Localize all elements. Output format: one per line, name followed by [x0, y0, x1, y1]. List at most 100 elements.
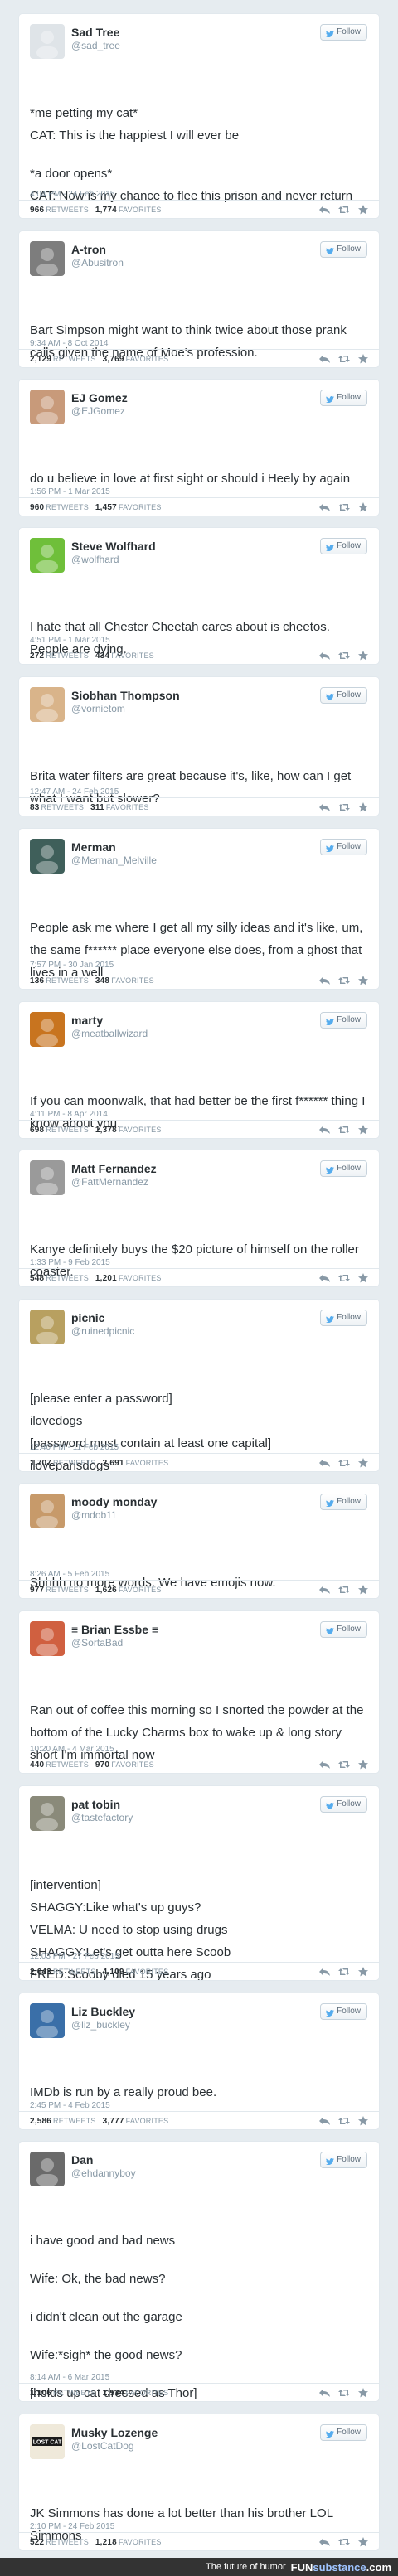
favorite-count[interactable]: 434 [95, 651, 109, 661]
user-handle[interactable]: @mdob11 [71, 1509, 157, 1522]
favorite-count[interactable]: 311 [90, 803, 104, 812]
user-handle[interactable]: @ehdannyboy [71, 2167, 136, 2180]
retweet-icon[interactable] [338, 354, 350, 364]
reply-icon[interactable] [319, 1125, 331, 1135]
favorite-count[interactable]: 1,774 [95, 206, 117, 215]
retweet-icon[interactable] [338, 802, 350, 812]
retweet-icon[interactable] [338, 1458, 350, 1468]
follow-button[interactable]: Follow [320, 2003, 367, 2020]
retweet-count[interactable]: 698 [30, 1126, 44, 1135]
display-name[interactable]: A-tron [71, 243, 124, 257]
favorite-icon[interactable] [357, 1273, 369, 1283]
reply-icon[interactable] [319, 2537, 331, 2547]
follow-button[interactable]: Follow [320, 1012, 367, 1029]
retweet-icon[interactable] [338, 976, 350, 985]
reply-icon[interactable] [319, 2116, 331, 2126]
reply-icon[interactable] [319, 2388, 331, 2398]
tweet-card[interactable]: EJ Gomez @EJGomez Follow do u believe in lo… [18, 379, 380, 516]
retweet-count[interactable]: 966 [30, 206, 44, 215]
avatar[interactable] [30, 1621, 65, 1656]
retweet-count[interactable]: 272 [30, 651, 44, 661]
tweet-author[interactable]: Steve Wolfhard @wolfhard [71, 540, 156, 566]
avatar[interactable] [30, 839, 65, 874]
display-name[interactable]: moody monday [71, 1495, 157, 1509]
user-handle[interactable]: @sad_tree [71, 40, 120, 52]
avatar[interactable]: LOST CAT [30, 2424, 65, 2459]
tweet-author[interactable]: Merman @Merman_Melville [71, 840, 157, 867]
retweet-icon[interactable] [338, 1760, 350, 1770]
tweet-timestamp[interactable]: 10:20 AM - 4 Mar 2015 [30, 1745, 114, 1754]
follow-button[interactable]: Follow [320, 390, 367, 406]
reply-icon[interactable] [319, 1760, 331, 1770]
avatar[interactable] [30, 2003, 65, 2038]
avatar[interactable] [30, 24, 65, 59]
tweet-timestamp[interactable]: 4:11 PM - 8 Apr 2014 [30, 1110, 108, 1119]
follow-button[interactable]: Follow [320, 1160, 367, 1177]
reply-icon[interactable] [319, 802, 331, 812]
favorite-icon[interactable] [357, 976, 369, 985]
favorite-icon[interactable] [357, 2388, 369, 2398]
reply-icon[interactable] [319, 1458, 331, 1468]
tweet-card[interactable]: Merman @Merman_Melville Follow People ask m… [18, 828, 380, 990]
tweet-timestamp[interactable]: 9:34 AM - 8 Oct 2014 [30, 339, 109, 348]
user-handle[interactable]: @tastefactory [71, 1812, 133, 1824]
retweet-icon[interactable] [338, 1585, 350, 1595]
favorite-icon[interactable] [357, 205, 369, 215]
tweet-timestamp[interactable]: 1:33 PM - 9 Feb 2015 [30, 1258, 110, 1267]
user-handle[interactable]: @vornietom [71, 703, 180, 715]
follow-button[interactable]: Follow [320, 839, 367, 855]
tweet-timestamp[interactable]: 2:45 PM - 4 Feb 2015 [30, 2101, 110, 2110]
tweet-card[interactable]: Steve Wolfhard @wolfhard Follow I hate that… [18, 527, 380, 665]
tweet-author[interactable]: ≡ Brian Essbe ≡ @SortaBad [71, 1623, 158, 1649]
favorite-icon[interactable] [357, 1585, 369, 1595]
tweet-card[interactable]: A-tron @Abusitron Follow Bart Simpson might… [18, 230, 380, 368]
user-handle[interactable]: @Abusitron [71, 257, 124, 269]
tweet-author[interactable]: Musky Lozenge @LostCatDog [71, 2426, 158, 2453]
retweet-count[interactable]: 2,043 [30, 1968, 51, 1977]
display-name[interactable]: Siobhan Thompson [71, 689, 180, 703]
favorite-count[interactable]: 348 [95, 976, 109, 985]
tweet-timestamp[interactable]: 12:40 PM - 11 Feb 2015 [30, 1443, 119, 1452]
tweet-timestamp[interactable]: 2:10 PM - 24 Feb 2015 [30, 2522, 114, 2531]
tweet-card[interactable]: ≡ Brian Essbe ≡ @SortaBad Follow Ran out of… [18, 1610, 380, 1774]
favorite-icon[interactable] [357, 1125, 369, 1135]
retweet-icon[interactable] [338, 1125, 350, 1135]
retweet-count[interactable]: 548 [30, 1274, 44, 1283]
display-name[interactable]: Merman [71, 840, 157, 855]
avatar[interactable] [30, 1160, 65, 1195]
favorite-icon[interactable] [357, 1760, 369, 1770]
tweet-timestamp[interactable]: 12:47 AM - 24 Feb 2015 [30, 787, 119, 797]
favorite-icon[interactable] [357, 802, 369, 812]
tweet-author[interactable]: Sad Tree @sad_tree [71, 26, 120, 52]
reply-icon[interactable] [319, 651, 331, 661]
reply-icon[interactable] [319, 354, 331, 364]
retweet-icon[interactable] [338, 2537, 350, 2547]
tweet-timestamp[interactable]: 7:57 PM - 30 Jan 2015 [30, 961, 114, 970]
tweet-timestamp[interactable]: 8:14 AM - 6 Mar 2015 [30, 2373, 109, 2382]
favorite-count[interactable]: 2,691 [103, 1459, 124, 1468]
display-name[interactable]: Musky Lozenge [71, 2426, 158, 2440]
display-name[interactable]: ≡ Brian Essbe ≡ [71, 1623, 158, 1637]
tweet-card[interactable]: pat tobin @tastefactory Follow [interventio… [18, 1785, 380, 1981]
retweet-count[interactable]: 1,707 [30, 1459, 51, 1468]
retweet-count[interactable]: 960 [30, 503, 44, 512]
retweet-count[interactable]: 977 [30, 1586, 44, 1595]
retweet-count[interactable]: 522 [30, 2538, 44, 2547]
tweet-card[interactable]: Liz Buckley @liz_buckley Follow IMDb is run… [18, 1993, 380, 2130]
tweet-card[interactable]: moody monday @mdob11 Follow Shhhh no more w… [18, 1483, 380, 1599]
tweet-card[interactable]: Sad Tree @sad_tree Follow *me petting my ca… [18, 13, 380, 219]
favorite-icon[interactable] [357, 2537, 369, 2547]
retweet-icon[interactable] [338, 205, 350, 215]
follow-button[interactable]: Follow [320, 1310, 367, 1326]
tweet-card[interactable]: Dan @ehdannyboy Follow i have good and bad … [18, 2141, 380, 2402]
site-logo[interactable]: FUNsubstance.com [291, 2561, 391, 2574]
tweet-card[interactable]: picnic @ruinedpicnic Follow [please enter a… [18, 1299, 380, 1472]
follow-button[interactable]: Follow [320, 1621, 367, 1638]
reply-icon[interactable] [319, 1967, 331, 1977]
reply-icon[interactable] [319, 205, 331, 215]
tweet-timestamp[interactable]: 8:26 AM - 5 Feb 2015 [30, 1570, 109, 1579]
favorite-count[interactable]: 1,378 [95, 1126, 117, 1135]
tweet-timestamp[interactable]: 12:03 PM - 27 Feb 2015 [30, 1952, 119, 1961]
favorite-icon[interactable] [357, 651, 369, 661]
tweet-card[interactable]: Siobhan Thompson @vornietom Follow Brita wa… [18, 676, 380, 816]
